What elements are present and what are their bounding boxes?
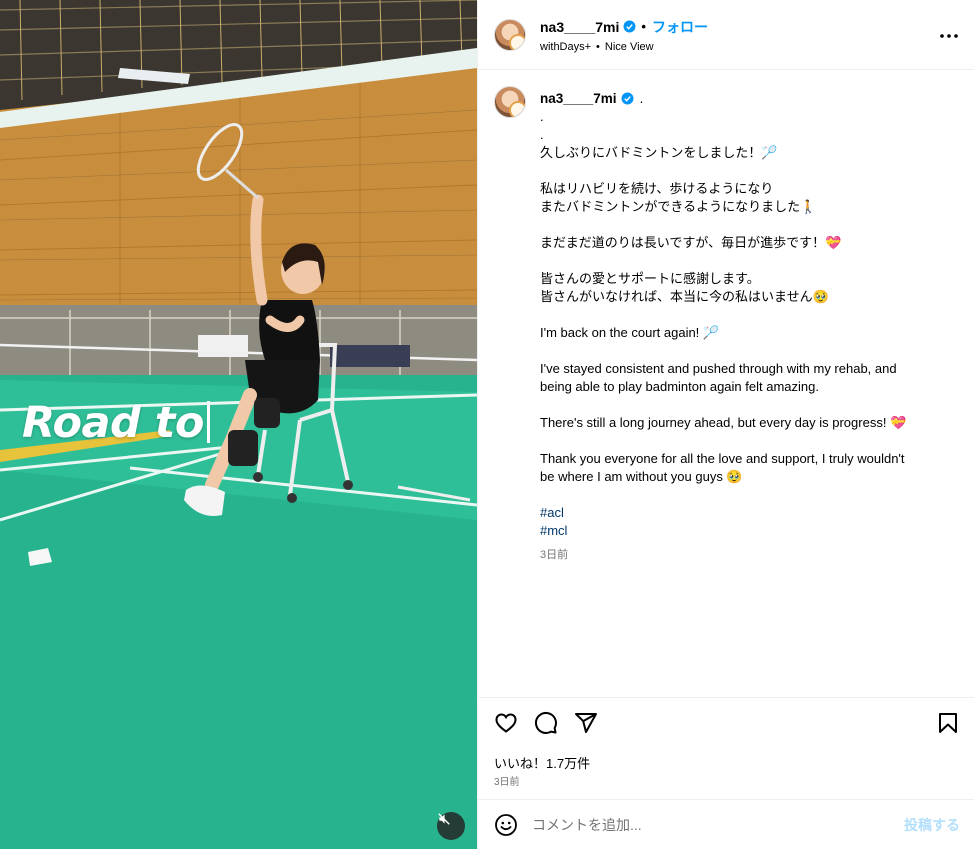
post-side-panel: na3____7mi • フォロー withDays+ • Nice View (477, 0, 974, 849)
action-bar (478, 697, 974, 761)
like-count[interactable]: いいね！1.7万件 (494, 753, 590, 772)
speaker-muted-icon (438, 813, 450, 825)
author-username[interactable]: na3____7mi (540, 19, 619, 35)
verified-badge-icon (623, 20, 636, 33)
post-video[interactable]: Road to (0, 0, 477, 849)
caption-line: Thank you everyone for all the love and … (540, 451, 905, 466)
caption-line: be where I am without you guys 🥹 (540, 469, 743, 484)
caption-line: I'm back on the court again! 🏸 (540, 325, 720, 340)
audio-track-label[interactable]: Nice View (605, 41, 654, 53)
caption-line: . (540, 109, 544, 124)
post-meta: いいね！1.7万件 3日前 (478, 756, 974, 799)
post-dialog: Road to na3____7mi • フォロー withDays+ • Ni… (0, 0, 974, 849)
comment-icon[interactable] (534, 711, 558, 735)
caption-timestamp: 3日前 (540, 549, 569, 561)
caption-line: 皆さんの愛とサポートに感謝します。 (540, 271, 760, 286)
hashtag-link[interactable]: #acl (540, 504, 950, 522)
overlay-text-label: Road to (22, 398, 204, 448)
caption-text: .. 久しぶりにバドミントンをしました！🏸 私はリハビリを続け、歩けるようになりまた… (540, 108, 950, 504)
subtitle-separator: • (596, 40, 600, 53)
hashtag-list: #acl #mcl (540, 504, 950, 540)
video-overlay-text: Road to (22, 398, 210, 448)
caption-line: being able to play badminton again felt … (540, 379, 819, 394)
caption-line: . (540, 127, 544, 142)
post-date: 3日前 (494, 777, 520, 788)
caption-avatar[interactable] (494, 86, 526, 118)
caption-line: またバドミントンができるようになりました🚶 (540, 199, 817, 214)
share-icon[interactable] (574, 711, 598, 735)
text-caret (206, 401, 210, 443)
header-dot: • (641, 19, 646, 34)
bookmark-icon[interactable] (936, 711, 960, 735)
heart-icon[interactable] (494, 711, 518, 735)
caption-line: 私はリハビリを続け、歩けるようになり (540, 181, 774, 196)
more-options-icon[interactable] (940, 27, 958, 38)
caption-first-char: . (639, 90, 644, 106)
caption-area: na3____7mi . .. 久しぶりにバドミントンをしました！🏸 私はリハビリを… (478, 70, 974, 697)
follow-button[interactable]: フォロー (652, 17, 708, 37)
hashtag-link[interactable]: #mcl (540, 522, 950, 540)
verified-badge-icon (621, 92, 634, 105)
caption-username[interactable]: na3____7mi (540, 91, 617, 106)
caption-line: There's still a long journey ahead, but … (540, 415, 907, 430)
author-avatar[interactable] (494, 18, 526, 51)
caption-line: 皆さんがいなければ、本当に今の私はいません🥹 (540, 289, 829, 304)
mute-button[interactable] (437, 812, 465, 840)
caption-line: まだまだ道のりは長いですが、毎日が進歩です！💝 (540, 235, 842, 250)
comment-input[interactable] (532, 816, 904, 833)
caption-line: I've stayed consistent and pushed throug… (540, 361, 897, 376)
author-info: na3____7mi • フォロー withDays+ • Nice View (540, 17, 708, 53)
comment-bar: 投稿する (478, 799, 974, 849)
emoji-icon[interactable] (494, 813, 518, 837)
post-header: na3____7mi • フォロー withDays+ • Nice View (478, 0, 974, 70)
caption-line: 久しぶりにバドミントンをしました！🏸 (540, 145, 778, 160)
audio-label[interactable]: withDays+ (540, 41, 591, 53)
post-comment-button[interactable]: 投稿する (904, 815, 960, 835)
